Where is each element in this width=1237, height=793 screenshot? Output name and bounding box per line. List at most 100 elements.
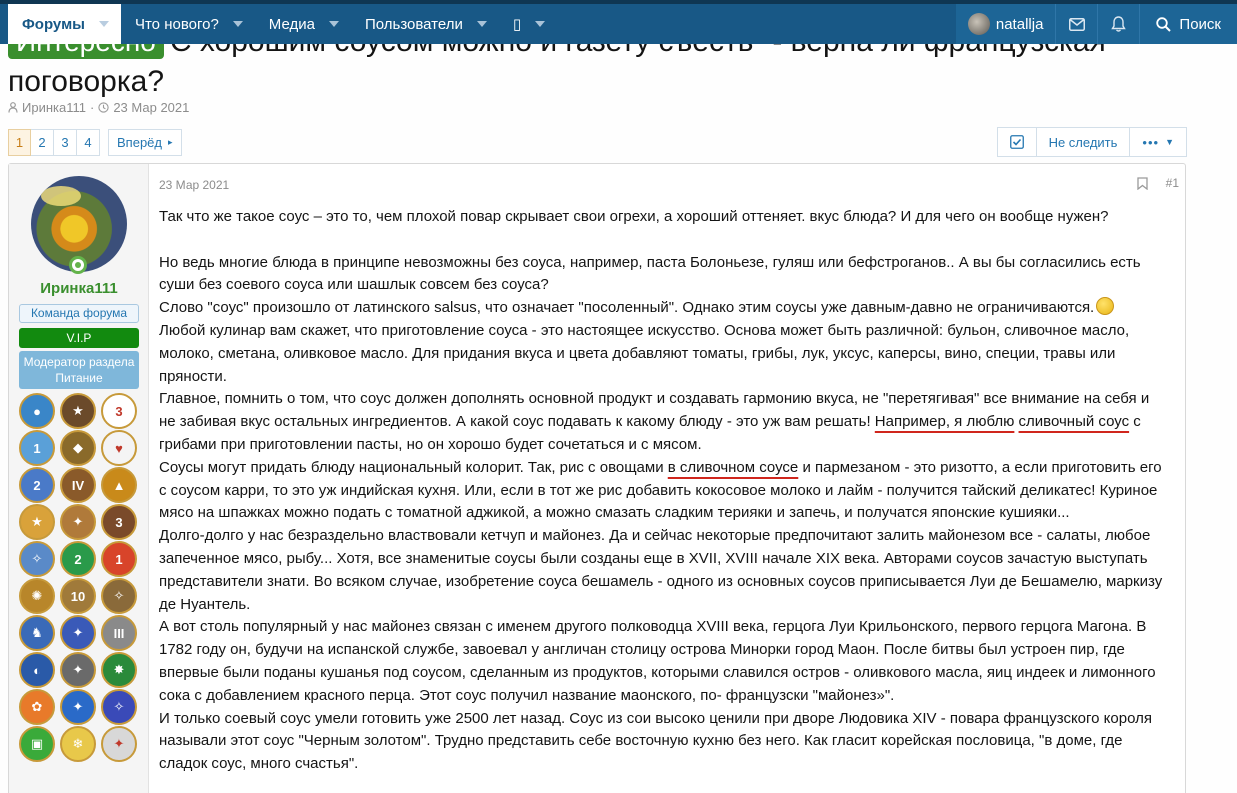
page-link-1[interactable]: 1 (8, 129, 31, 156)
wink-smiley-icon (1096, 297, 1115, 316)
award-trophy-icon[interactable]: 1 (101, 541, 137, 577)
post-paragraph: Слово "соус" произошло от латинского sal… (159, 297, 1169, 320)
post-text: Слово "соус" произошло от латинского sal… (159, 299, 1095, 317)
award-trophy-icon[interactable]: ▲ (101, 467, 137, 503)
account-menu[interactable]: natallja (955, 4, 1056, 44)
bookmark-icon[interactable] (1136, 176, 1148, 190)
user-title-badge: Команда форума (19, 304, 139, 323)
award-trophy-icon[interactable]: ★ (60, 393, 96, 429)
inbox-button[interactable] (1055, 4, 1098, 44)
post-paragraph (159, 229, 1169, 252)
search-button[interactable]: Поиск (1139, 4, 1237, 44)
nav-tab-label: ▯ (512, 16, 522, 33)
chevron-down-icon: ▼ (1165, 137, 1174, 147)
award-trophy-icon[interactable]: ◐ (19, 652, 55, 688)
award-trophy-icon[interactable]: ❄ (60, 726, 96, 762)
moderator-banner: Модератор раздела Питание (19, 351, 139, 389)
nav-tab-members[interactable]: Пользователи (351, 4, 499, 44)
post-user-panel: Иринка111 Команда форума V.I.P Модератор… (9, 164, 149, 793)
award-trophy-icon[interactable]: ✦ (60, 504, 96, 540)
nav-tab-forums[interactable]: Форумы (8, 4, 121, 44)
post-date[interactable]: 23 Мар 2021 (159, 178, 229, 192)
chevron-down-icon[interactable] (232, 21, 243, 27)
thread-meta: Иринка111 · 23 Мар 2021 (8, 100, 189, 115)
chevron-down-icon[interactable] (535, 21, 546, 27)
bell-icon (1111, 16, 1127, 32)
nav-tab-whats-new[interactable]: Что нового? (121, 4, 255, 44)
search-label: Поиск (1179, 15, 1221, 33)
award-trophy-icon[interactable]: ✧ (101, 578, 137, 614)
top-navigation: Форумы Что нового? Медиа Пользователи ▯ … (0, 0, 1237, 44)
post-article: Иринка111 Команда форума V.I.P Модератор… (8, 163, 1186, 793)
post-paragraph: И только соевый соус умели готовить уже … (159, 709, 1157, 773)
underlined-text: сливочный соус (1018, 413, 1130, 431)
award-trophy-icon[interactable]: ♥ (101, 430, 137, 466)
nav-tab-media[interactable]: Медиа (255, 4, 351, 44)
search-icon (1156, 16, 1172, 32)
post-paragraph: Но ведь многие блюда в принципе невозмож… (159, 253, 1145, 294)
checkbox-checked-icon (1009, 135, 1024, 149)
post-paragraph: Долго-долго у нас безраздельно властвова… (159, 527, 1167, 613)
award-trophy-icon[interactable]: ✦ (60, 652, 96, 688)
nav-tab-label: Медиа (268, 15, 315, 33)
award-trophy-icon[interactable]: ▣ (19, 726, 55, 762)
online-status-icon (69, 256, 87, 274)
post-body: Так что же такое соус – это то, чем плох… (159, 206, 1169, 776)
next-page-button[interactable]: Вперёд ▸ (108, 129, 182, 156)
award-trophy-icon[interactable]: ✸ (101, 652, 137, 688)
post-paragraph: Главное, помнить о том, что соус должен … (159, 388, 1169, 456)
award-trophy-icon[interactable]: 3 (101, 393, 137, 429)
page-link-2[interactable]: 2 (31, 129, 54, 156)
award-trophy-icon[interactable]: IV (60, 467, 96, 503)
nav-tab-label: Что нового? (134, 15, 219, 33)
meta-separator: · (89, 100, 95, 115)
award-trophy-icon[interactable]: 10 (60, 578, 96, 614)
award-trophy-icon[interactable]: 1 (19, 430, 55, 466)
mark-read-button[interactable] (998, 128, 1036, 156)
underlined-text: в сливочном соусе (667, 458, 799, 476)
award-trophy-icon[interactable]: ✧ (19, 541, 55, 577)
post-paragraph: А вот столь популярный у нас майонез свя… (159, 618, 1160, 704)
more-options-button[interactable]: ••• ▼ (1129, 128, 1186, 156)
thread-author[interactable]: Иринка111 (22, 100, 86, 115)
award-trophy-icon[interactable]: ✦ (60, 615, 96, 651)
user-awards: ● ★ 3 1 ◆ ♥ 2 IV ▲ ★ ✦ 3 ✧ 2 1 ✺ 10 ✧ ♞ ✦ III ◐ ✦ ✸ ✿ ✦ ✧ ▣ ❄ ✦ (19, 393, 139, 762)
page-link-3[interactable]: 3 (54, 129, 77, 156)
thread-actions: Не следить ••• ▼ (996, 127, 1187, 157)
chevron-down-icon[interactable] (476, 21, 487, 27)
award-trophy-icon[interactable]: 2 (19, 467, 55, 503)
award-trophy-icon[interactable]: ✦ (101, 726, 137, 762)
page-link-4[interactable]: 4 (77, 129, 100, 156)
nav-tab-label: Форумы (22, 15, 85, 33)
nav-tab-extra[interactable]: ▯ (499, 4, 557, 44)
award-trophy-icon[interactable]: ✧ (101, 689, 137, 725)
chevron-right-icon: ▸ (168, 137, 173, 147)
award-trophy-icon[interactable]: ✺ (19, 578, 55, 614)
envelope-icon (1068, 17, 1085, 31)
clock-icon (98, 102, 109, 113)
post-paragraph: Соусы могут придать блюду национальный к… (159, 457, 1169, 525)
award-trophy-icon[interactable]: ♞ (19, 615, 55, 651)
chevron-down-icon[interactable] (98, 21, 109, 27)
award-trophy-icon[interactable]: 3 (101, 504, 137, 540)
thread-date[interactable]: 23 Мар 2021 (113, 100, 189, 115)
chevron-down-icon[interactable] (328, 21, 339, 27)
post-tools: #1 (1136, 176, 1179, 190)
award-trophy-icon[interactable]: 2 (60, 541, 96, 577)
pagination: 1 2 3 4 Вперёд ▸ (8, 129, 182, 156)
award-trophy-icon[interactable]: ★ (19, 504, 55, 540)
award-trophy-icon[interactable]: III (101, 615, 137, 651)
avatar (967, 13, 990, 35)
award-trophy-icon[interactable]: ● (19, 393, 55, 429)
ellipsis-icon: ••• (1142, 134, 1160, 150)
user-icon (8, 102, 18, 113)
alerts-button[interactable] (1097, 4, 1140, 44)
nav-tab-label: Пользователи (364, 15, 463, 33)
award-trophy-icon[interactable]: ◆ (60, 430, 96, 466)
unwatch-button[interactable]: Не следить (1035, 128, 1130, 156)
post-username[interactable]: Иринка111 (9, 280, 149, 297)
post-number[interactable]: #1 (1166, 176, 1179, 190)
award-trophy-icon[interactable]: ✦ (60, 689, 96, 725)
award-trophy-icon[interactable]: ✿ (19, 689, 55, 725)
